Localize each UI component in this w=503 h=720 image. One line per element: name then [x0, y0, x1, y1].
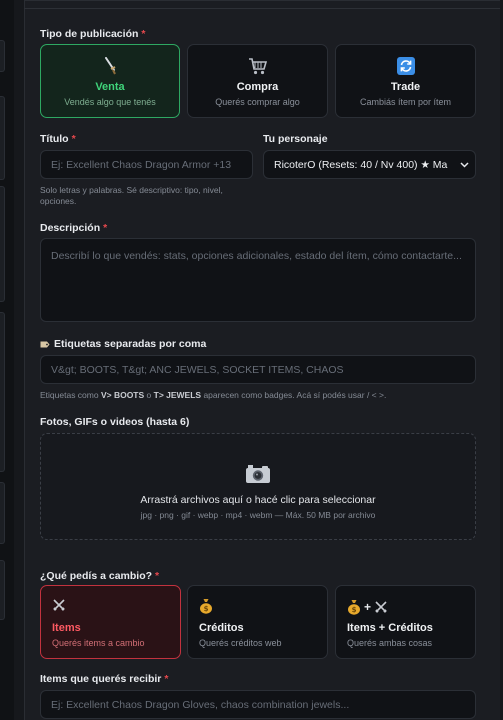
option-title: Compra [236, 81, 279, 93]
option-title: Items [52, 622, 81, 634]
option-title: Créditos [199, 622, 244, 634]
refresh-icon [336, 57, 475, 80]
hint-example: T> JEWELS [153, 390, 202, 400]
money-bag-and-swords-icon: $ + [347, 598, 388, 616]
cambio-option-items[interactable]: Items Querés items a cambio [40, 585, 181, 659]
option-subtitle: Querés créditos web [199, 638, 282, 648]
personaje-selected-value: RicoterO (Resets: 40 / Nv 400) ★ Ma [274, 158, 448, 171]
edge-tab [0, 312, 5, 472]
option-subtitle: Querés comprar algo [215, 97, 300, 107]
option-subtitle: Cambiás ítem por ítem [359, 97, 452, 107]
dropzone-formats: jpg · png · gif · webp · mp4 · webm — Má… [140, 510, 376, 520]
hint-text: aparecen como badges. Acá sí podés usar … [201, 390, 387, 400]
descripcion-textarea[interactable]: Describí lo que vendés: stats, opciones … [40, 238, 476, 322]
option-subtitle: Vendés algo que tenés [64, 97, 156, 107]
money-bag-icon: $ [199, 598, 213, 619]
titulo-input[interactable]: Ej: Excellent Chaos Dragon Armor +13 [40, 150, 253, 179]
required-mark: * [71, 133, 76, 145]
descripcion-placeholder: Describí lo que vendés: stats, opciones … [51, 250, 462, 262]
required-mark: * [103, 222, 108, 234]
option-title: Items + Créditos [347, 622, 433, 634]
panel-divider [24, 8, 500, 9]
etiquetas-label: Etiquetas separadas por coma [40, 338, 206, 350]
chevron-down-icon [460, 159, 469, 171]
tipo-label-text: Tipo de publicación [40, 28, 139, 40]
titulo-label: Título * [40, 133, 76, 145]
items-recibir-label-text: Items que querés recibir [40, 673, 162, 685]
descripcion-label-text: Descripción [40, 222, 101, 234]
svg-text:$: $ [204, 605, 209, 613]
camera-icon [41, 464, 475, 486]
required-mark: * [141, 28, 146, 40]
hint-text: o [144, 390, 154, 400]
required-mark: * [155, 570, 160, 582]
tipo-label: Tipo de publicación * [40, 28, 146, 40]
required-mark: * [164, 673, 169, 685]
tipo-option-venta[interactable]: Venta Vendés algo que tenés [40, 44, 180, 118]
fotos-label: Fotos, GIFs o videos (hasta 6) [40, 416, 190, 428]
media-dropzone[interactable]: Arrastrá archivos aquí o hacé clic para … [40, 433, 476, 540]
personaje-label: Tu personaje [263, 133, 328, 145]
items-recibir-input[interactable]: Ej: Excellent Chaos Dragon Gloves, chaos… [40, 690, 476, 719]
titulo-hint: Solo letras y palabras. Sé descriptivo: … [40, 185, 223, 206]
option-title: Trade [390, 81, 421, 93]
cambio-option-items-creditos[interactable]: $ + Items + Créditos Querés ambas cosas [335, 585, 476, 659]
combo-plus: + [364, 600, 372, 614]
tag-icon [40, 341, 50, 348]
sword-icon [41, 57, 179, 80]
items-recibir-placeholder: Ej: Excellent Chaos Dragon Gloves, chaos… [51, 698, 350, 711]
shopping-cart-icon [188, 57, 327, 80]
left-edge-strip [0, 0, 14, 720]
descripcion-label: Descripción * [40, 222, 107, 234]
option-title: Venta [95, 81, 125, 93]
titulo-label-text: Título [40, 133, 69, 145]
hint-example: V> BOOTS [100, 390, 145, 400]
tipo-option-trade[interactable]: Trade Cambiás ítem por ítem [335, 44, 476, 118]
titulo-placeholder: Ej: Excellent Chaos Dragon Armor +13 [51, 158, 232, 171]
option-subtitle: Querés items a cambio [52, 638, 145, 648]
cambio-label-text: ¿Qué pedís a cambio? [40, 570, 153, 582]
etiquetas-placeholder: V&gt; BOOTS, T&gt; ANC JEWELS, SOCKET IT… [51, 363, 344, 376]
edge-tab [0, 560, 5, 620]
etiquetas-input[interactable]: V&gt; BOOTS, T&gt; ANC JEWELS, SOCKET IT… [40, 355, 476, 384]
edge-tab [0, 96, 5, 180]
cambio-option-creditos[interactable]: $ Créditos Querés créditos web [187, 585, 328, 659]
edge-tab [0, 40, 5, 72]
hint-text: Etiquetas como [40, 390, 101, 400]
dropzone-text: Arrastrá archivos aquí o hacé clic para … [140, 494, 376, 506]
items-recibir-label: Items que querés recibir * [40, 673, 168, 685]
personaje-select[interactable]: RicoterO (Resets: 40 / Nv 400) ★ Ma [263, 150, 476, 179]
svg-text:$: $ [352, 606, 357, 614]
etiquetas-label-text: Etiquetas separadas por coma [54, 338, 207, 350]
option-subtitle: Querés ambas cosas [347, 638, 433, 648]
etiquetas-hint: Etiquetas como V> BOOTS o T> JEWELS apar… [40, 390, 386, 401]
edge-tab [0, 482, 5, 544]
crossed-swords-icon [52, 598, 66, 617]
tipo-option-compra[interactable]: Compra Querés comprar algo [187, 44, 328, 118]
edge-tab [0, 186, 5, 302]
cambio-label: ¿Qué pedís a cambio? * [40, 570, 159, 582]
